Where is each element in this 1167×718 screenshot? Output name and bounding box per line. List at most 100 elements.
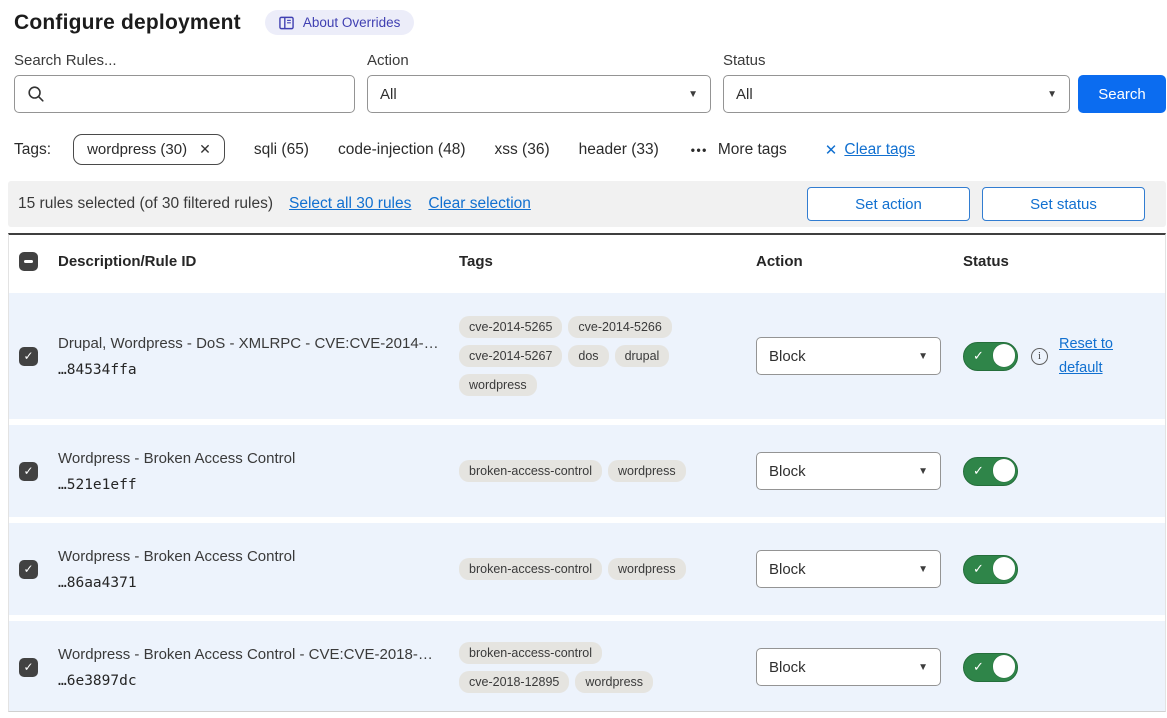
rule-tag: wordpress xyxy=(608,558,686,580)
reset-to-default-link[interactable]: Reset to default xyxy=(1059,332,1123,381)
action-select[interactable]: Block ▼ xyxy=(756,648,941,686)
set-action-button[interactable]: Set action xyxy=(807,187,970,221)
toggle-knob xyxy=(993,655,1016,678)
close-icon: ✕ xyxy=(825,141,838,159)
rule-status-cell: ✓ i Reset to default xyxy=(963,332,1123,381)
rule-tags-cell: broken-access-control cve-2018-12895 wor… xyxy=(459,642,703,693)
rule-description: Wordpress - Broken Access Control xyxy=(58,548,459,565)
ellipsis-icon: ••• xyxy=(691,143,708,157)
selection-summary: 15 rules selected (of 30 filtered rules) xyxy=(18,195,273,213)
rule-description-cell: Drupal, Wordpress - DoS - XMLRPC - CVE:C… xyxy=(58,335,459,378)
selection-links: Select all 30 rules Clear selection xyxy=(289,195,531,213)
action-select[interactable]: Block ▼ xyxy=(756,337,941,375)
column-action: Action xyxy=(756,253,941,270)
rule-description: Wordpress - Broken Access Control - CVE:… xyxy=(58,646,459,663)
search-button[interactable]: Search xyxy=(1078,75,1166,113)
status-toggle[interactable]: ✓ xyxy=(963,342,1018,371)
rule-tag: cve-2014-5266 xyxy=(568,316,671,338)
tag-option-sqli[interactable]: sqli (65) xyxy=(254,141,309,159)
action-filter-select[interactable]: All ▼ xyxy=(367,75,711,113)
column-status: Status xyxy=(963,253,1009,270)
action-select-value: Block xyxy=(769,463,806,480)
row-checkbox-cell: ✓ xyxy=(9,658,58,677)
table-row: ✓ Wordpress - Broken Access Control …521… xyxy=(9,425,1165,517)
status-filter-select[interactable]: All ▼ xyxy=(723,75,1070,113)
table-row: ✓ Drupal, Wordpress - DoS - XMLRPC - CVE… xyxy=(9,293,1165,419)
action-select-value: Block xyxy=(769,561,806,578)
row-checkbox[interactable]: ✓ xyxy=(19,462,38,481)
status-toggle[interactable]: ✓ xyxy=(963,555,1018,584)
select-all-checkbox[interactable] xyxy=(19,252,38,271)
chevron-down-icon: ▼ xyxy=(918,351,928,362)
filter-bar: Search Rules... Action All ▼ Status All … xyxy=(14,52,1167,113)
tags-label: Tags: xyxy=(14,141,51,159)
rule-action-cell: Block ▼ xyxy=(756,648,941,686)
clear-tags-label: Clear tags xyxy=(844,141,915,159)
search-rules-box xyxy=(14,75,355,113)
page-header: Configure deployment About Overrides xyxy=(0,0,1167,35)
action-filter-value: All xyxy=(380,86,397,103)
toggle-knob xyxy=(993,344,1016,367)
status-filter-label: Status xyxy=(723,52,1070,69)
row-checkbox[interactable]: ✓ xyxy=(19,658,38,677)
table-header: Description/Rule ID Tags Action Status xyxy=(9,235,1165,287)
book-icon xyxy=(279,16,294,30)
rule-tags-cell: cve-2014-5265 cve-2014-5266 cve-2014-526… xyxy=(459,316,703,396)
indeterminate-icon xyxy=(24,260,33,263)
action-select-value: Block xyxy=(769,659,806,676)
chevron-down-icon: ▼ xyxy=(1047,89,1057,100)
rule-action-cell: Block ▼ xyxy=(756,550,941,588)
action-select-value: Block xyxy=(769,348,806,365)
clear-selection-link[interactable]: Clear selection xyxy=(428,195,531,213)
check-icon: ✓ xyxy=(973,348,984,364)
info-icon: i xyxy=(1031,348,1048,365)
tags-bar: Tags: wordpress (30) ✕ sqli (65) code-in… xyxy=(14,134,1167,165)
column-tags: Tags xyxy=(459,253,703,270)
toggle-knob xyxy=(993,459,1016,482)
check-icon: ✓ xyxy=(973,561,984,577)
rule-action-cell: Block ▼ xyxy=(756,452,941,490)
search-rules-group: Search Rules... xyxy=(14,52,355,113)
more-tags-label: More tags xyxy=(718,141,787,159)
selected-tag-chip-wordpress[interactable]: wordpress (30) ✕ xyxy=(73,134,225,165)
about-overrides-label: About Overrides xyxy=(303,15,401,30)
check-icon: ✓ xyxy=(973,659,984,675)
about-overrides-badge[interactable]: About Overrides xyxy=(265,10,415,35)
tag-option-code-injection[interactable]: code-injection (48) xyxy=(338,141,466,159)
header-checkbox-cell xyxy=(9,252,58,271)
rule-tag: cve-2014-5267 xyxy=(459,345,562,367)
column-description: Description/Rule ID xyxy=(58,253,459,270)
rule-tag: wordpress xyxy=(608,460,686,482)
tag-option-header[interactable]: header (33) xyxy=(579,141,659,159)
rule-status-cell: ✓ xyxy=(963,653,1018,682)
rule-tag: cve-2014-5265 xyxy=(459,316,562,338)
set-status-button[interactable]: Set status xyxy=(982,187,1145,221)
rules-table: Description/Rule ID Tags Action Status ✓… xyxy=(8,233,1166,712)
rule-id: …6e3897dc xyxy=(58,673,459,689)
status-toggle[interactable]: ✓ xyxy=(963,653,1018,682)
action-filter-label: Action xyxy=(367,52,711,69)
row-checkbox[interactable]: ✓ xyxy=(19,347,38,366)
more-tags-button[interactable]: ••• More tags xyxy=(691,141,787,159)
rule-tag: wordpress xyxy=(459,374,537,396)
page-title: Configure deployment xyxy=(14,11,241,35)
toggle-knob xyxy=(993,557,1016,580)
status-toggle[interactable]: ✓ xyxy=(963,457,1018,486)
select-all-link[interactable]: Select all 30 rules xyxy=(289,195,411,213)
selection-bar: 15 rules selected (of 30 filtered rules)… xyxy=(8,181,1166,227)
rule-tags-cell: broken-access-control wordpress xyxy=(459,460,703,482)
rule-status-cell: ✓ xyxy=(963,457,1018,486)
remove-tag-icon[interactable]: ✕ xyxy=(199,141,211,158)
tag-option-xss[interactable]: xss (36) xyxy=(495,141,550,159)
rule-description: Drupal, Wordpress - DoS - XMLRPC - CVE:C… xyxy=(58,335,459,352)
row-checkbox[interactable]: ✓ xyxy=(19,560,38,579)
rule-tag: wordpress xyxy=(575,671,653,693)
rule-description: Wordpress - Broken Access Control xyxy=(58,450,459,467)
action-select[interactable]: Block ▼ xyxy=(756,550,941,588)
search-rules-input[interactable] xyxy=(55,85,342,104)
rule-description-cell: Wordpress - Broken Access Control - CVE:… xyxy=(58,646,459,689)
rule-tag: broken-access-control xyxy=(459,558,602,580)
action-select[interactable]: Block ▼ xyxy=(756,452,941,490)
clear-tags-link[interactable]: ✕ Clear tags xyxy=(825,141,915,159)
rule-tag: broken-access-control xyxy=(459,642,602,664)
